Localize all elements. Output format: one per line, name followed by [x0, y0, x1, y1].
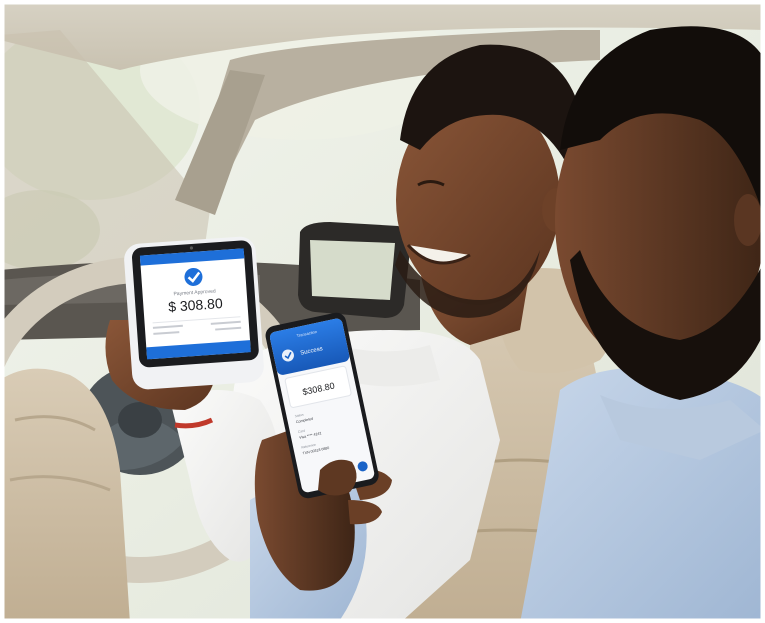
scene-illustration: Payment Approved $ 308.80 Transaction Su…	[0, 0, 765, 623]
photo: Payment Approved $ 308.80 Transaction Su…	[0, 0, 765, 623]
pos-terminal: Payment Approved $ 308.80	[124, 236, 264, 390]
